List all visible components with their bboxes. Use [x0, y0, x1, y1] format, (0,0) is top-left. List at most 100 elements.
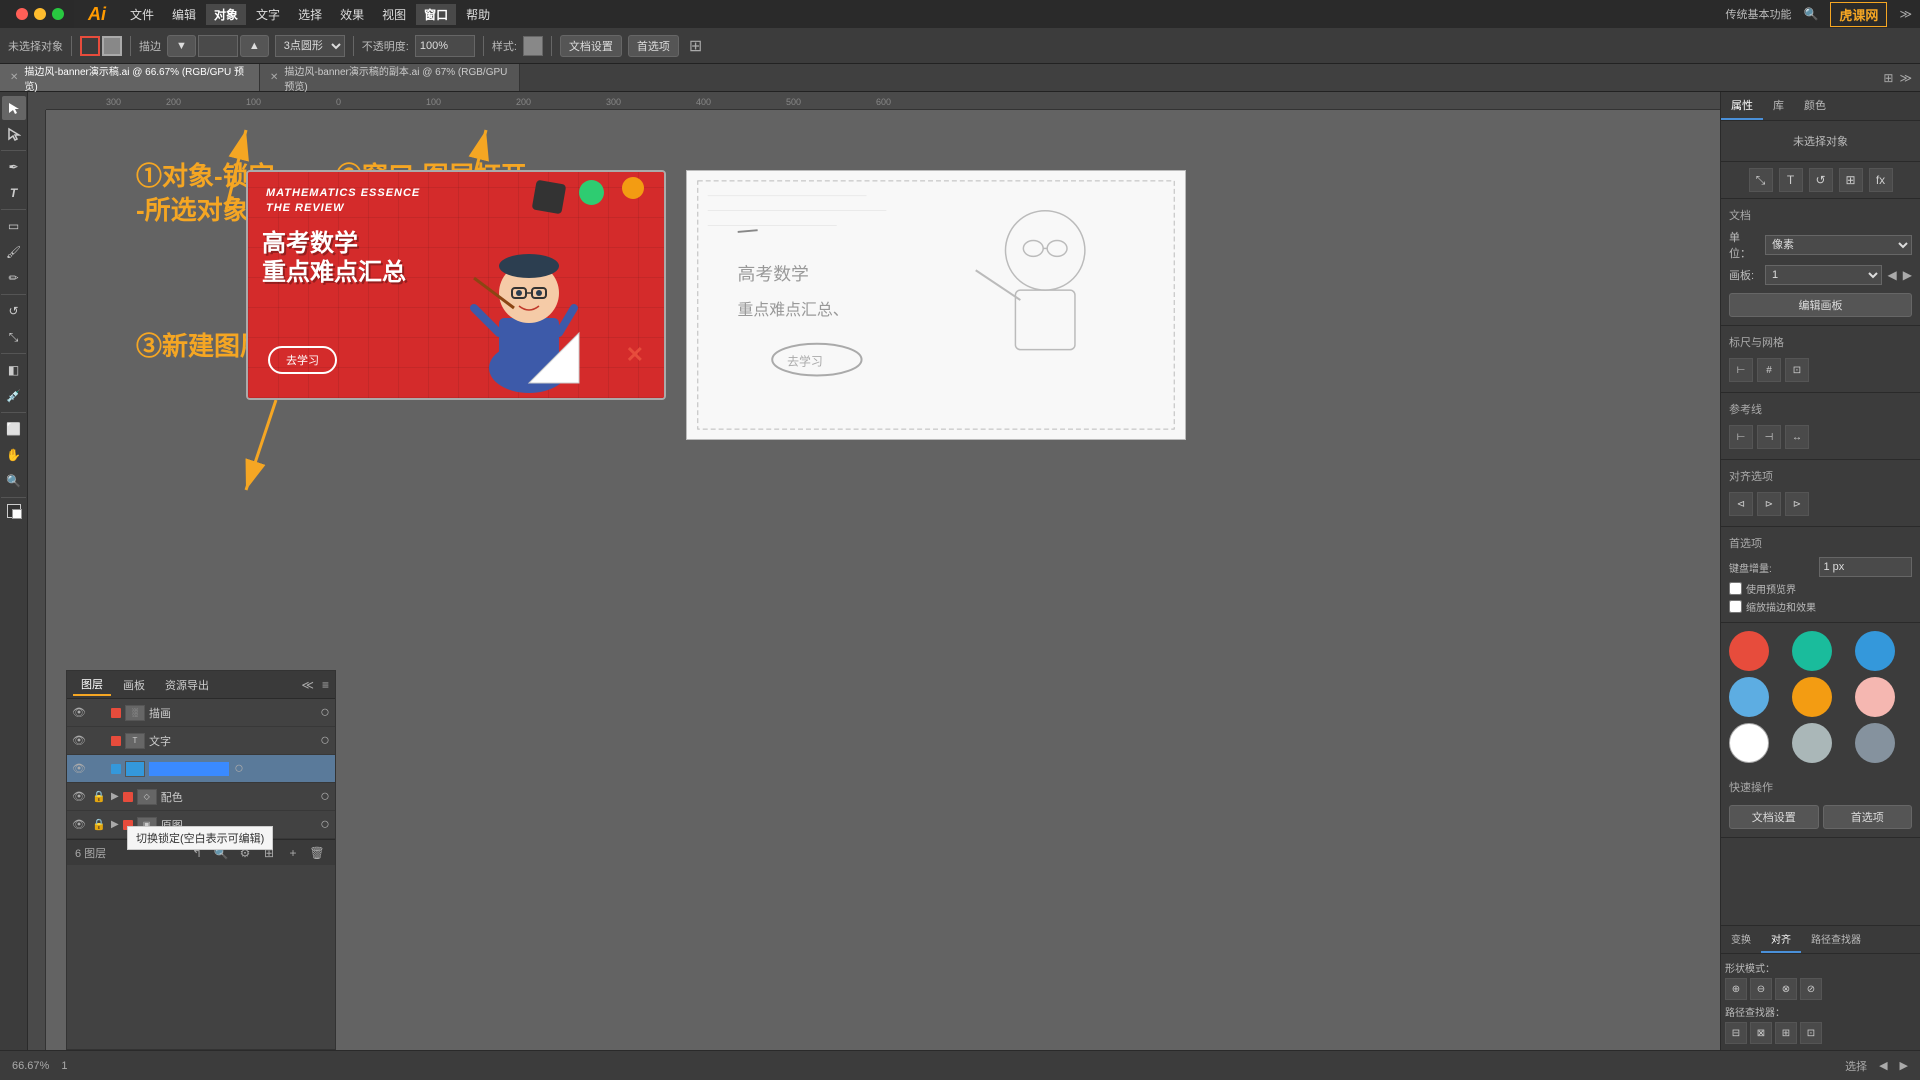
maximize-button[interactable]: [52, 8, 64, 20]
banner-study-button[interactable]: 去学习: [268, 346, 337, 374]
right-tab-transform[interactable]: 变换: [1721, 926, 1761, 953]
delete-layer-btn[interactable]: 🗑: [307, 843, 327, 863]
rotate-tool[interactable]: ↺: [2, 299, 26, 323]
layer-lock-3[interactable]: 🔒: [91, 789, 107, 805]
right-tab-color[interactable]: 颜色: [1794, 92, 1836, 120]
align-left-btn[interactable]: ⊲: [1729, 492, 1753, 516]
layer-name-input-2[interactable]: [149, 762, 229, 776]
pathfinder-btn-4[interactable]: ⊡: [1800, 1022, 1822, 1044]
rectangle-tool[interactable]: ▭: [2, 214, 26, 238]
shape-mode-btn-1[interactable]: ⊕: [1725, 978, 1747, 1000]
unit-select[interactable]: 像素: [1765, 235, 1912, 255]
preferences-btn[interactable]: 首选项: [628, 35, 679, 57]
layer-lock-2[interactable]: [91, 761, 107, 777]
snap-btn[interactable]: ⊡: [1785, 358, 1809, 382]
menu-item-view[interactable]: 视图: [374, 4, 414, 25]
shape-mode-btn-2[interactable]: ⊖: [1750, 978, 1772, 1000]
canvas-area[interactable]: 300 200 100 0 100 200 300 400 500 600 ①对…: [28, 92, 1720, 1050]
eyedropper-tool[interactable]: 💉: [2, 384, 26, 408]
panel-menu-icon[interactable]: ≡: [322, 678, 329, 692]
layer-vis-0[interactable]: 👁: [71, 705, 87, 721]
panel-collapse-icon[interactable]: ≪: [301, 678, 314, 692]
swatch-gray[interactable]: [1792, 723, 1832, 763]
panel-toggle-icon[interactable]: ≫: [1899, 71, 1912, 85]
layer-options-1[interactable]: ○: [319, 735, 331, 747]
tab-1[interactable]: ✕ 描边风-banner演示稿的副本.ai @ 67% (RGB/GPU 预览): [260, 64, 520, 91]
stroke-color[interactable]: [80, 36, 100, 56]
guide-btn-3[interactable]: ↔: [1785, 425, 1809, 449]
select-tool[interactable]: [2, 96, 26, 120]
expand-panel-icon[interactable]: ≫: [1899, 7, 1912, 21]
zoom-tool[interactable]: 🔍: [2, 469, 26, 493]
layer-item-3[interactable]: 👁 🔒 ▶ ◇ 配色 ○: [67, 783, 335, 811]
layer-lock-1[interactable]: [91, 733, 107, 749]
menu-item-type[interactable]: 文字: [248, 4, 288, 25]
tiger-course-logo[interactable]: 虎课网: [1830, 2, 1887, 27]
shape-mode-btn-4[interactable]: ⊘: [1800, 978, 1822, 1000]
fill-color[interactable]: [102, 36, 122, 56]
artboard-next-icon[interactable]: ▶: [1903, 268, 1912, 282]
tab-0[interactable]: ✕ 描边风-banner演示稿.ai @ 66.67% (RGB/GPU 预览): [0, 64, 260, 91]
artboard-prev-icon[interactable]: ◀: [1888, 268, 1897, 282]
menu-item-edit[interactable]: 编辑: [164, 4, 204, 25]
close-button[interactable]: [16, 8, 28, 20]
scale-tool[interactable]: ⤡: [2, 325, 26, 349]
toolbar-extra-btn[interactable]: ⊞: [689, 36, 702, 56]
reflect-icon[interactable]: T: [1779, 168, 1803, 192]
right-tab-pathfinder[interactable]: 路径查找器: [1801, 926, 1871, 953]
grid-btn[interactable]: #: [1757, 358, 1781, 382]
stroke-width-input[interactable]: [198, 35, 238, 57]
layer-item-0[interactable]: 👁 ░ 描画 ○: [67, 699, 335, 727]
layer-options-3[interactable]: ○: [319, 791, 331, 803]
opacity-input[interactable]: [415, 35, 475, 57]
pathfinder-btn-1[interactable]: ⊟: [1725, 1022, 1747, 1044]
menu-item-window[interactable]: 窗口: [416, 4, 456, 25]
layer-vis-1[interactable]: 👁: [71, 733, 87, 749]
swatch-white[interactable]: [1729, 723, 1769, 763]
hand-tool[interactable]: ✋: [2, 443, 26, 467]
quick-preferences-btn[interactable]: 首选项: [1823, 805, 1913, 829]
pen-tool[interactable]: ✒: [2, 155, 26, 179]
panel-tab-layers[interactable]: 图层: [73, 674, 111, 696]
minimize-button[interactable]: [34, 8, 46, 20]
object-effects-icon[interactable]: fx: [1869, 168, 1893, 192]
scale-effects-checkbox[interactable]: [1729, 600, 1742, 613]
layer-lock-4[interactable]: 🔒: [91, 817, 107, 833]
artboard-tool[interactable]: ⬜: [2, 417, 26, 441]
nav-prev-btn[interactable]: ◀: [1879, 1059, 1887, 1072]
menu-item-select[interactable]: 选择: [290, 4, 330, 25]
guide-btn-2[interactable]: ⊣: [1757, 425, 1781, 449]
layer-lock-0[interactable]: [91, 705, 107, 721]
menu-item-object[interactable]: 对象: [206, 4, 246, 25]
swatch-red[interactable]: [1729, 631, 1769, 671]
guide-btn-1[interactable]: ⊢: [1729, 425, 1753, 449]
menu-item-file[interactable]: 文件: [122, 4, 162, 25]
keyboard-increment-input[interactable]: [1819, 557, 1913, 577]
layer-expand-4[interactable]: ▶: [111, 819, 119, 830]
right-tab-properties[interactable]: 属性: [1721, 92, 1763, 120]
new-layer-btn[interactable]: +: [283, 843, 303, 863]
menu-item-help[interactable]: 帮助: [458, 4, 498, 25]
layer-item-2[interactable]: 👁 ○: [67, 755, 335, 783]
rulers-btn[interactable]: ⊢: [1729, 358, 1753, 382]
direct-select-tool[interactable]: [2, 122, 26, 146]
swatch-pink[interactable]: [1855, 677, 1895, 717]
doc-settings-btn[interactable]: 文档设置: [560, 35, 622, 57]
tab-1-close[interactable]: ✕: [270, 72, 278, 83]
type-tool[interactable]: T: [2, 181, 26, 205]
pathfinder-btn-2[interactable]: ⊠: [1750, 1022, 1772, 1044]
swatch-teal[interactable]: [1792, 631, 1832, 671]
gradient-tool[interactable]: ◧: [2, 358, 26, 382]
right-tab-library[interactable]: 库: [1763, 92, 1794, 120]
menu-item-effect[interactable]: 效果: [332, 4, 372, 25]
pencil-tool[interactable]: ✏: [2, 266, 26, 290]
artboard-select[interactable]: 1: [1765, 265, 1882, 285]
search-icon[interactable]: 🔍: [1803, 7, 1818, 21]
fill-swatch[interactable]: [7, 504, 21, 518]
swatch-light-blue[interactable]: [1729, 677, 1769, 717]
paintbrush-tool[interactable]: 🖌: [2, 240, 26, 264]
align-right-btn[interactable]: ⊳: [1785, 492, 1809, 516]
layer-vis-3[interactable]: 👁: [71, 789, 87, 805]
layer-vis-2[interactable]: 👁: [71, 761, 87, 777]
tab-0-close[interactable]: ✕: [10, 72, 18, 83]
